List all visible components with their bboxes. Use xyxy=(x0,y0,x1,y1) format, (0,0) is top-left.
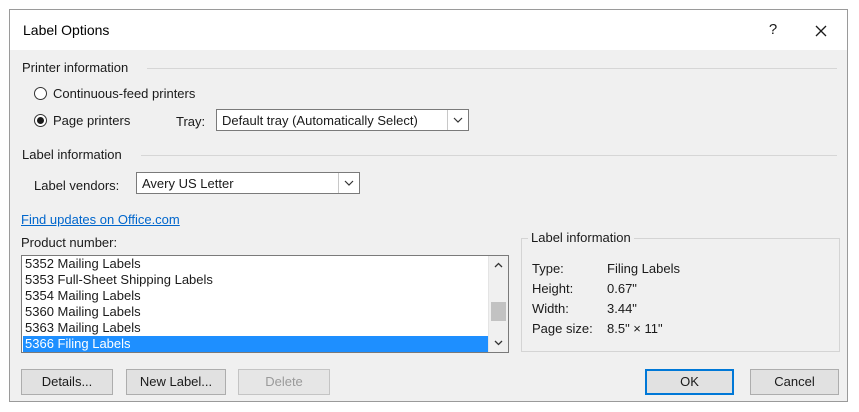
dialog-title: Label Options xyxy=(23,22,110,38)
details-button[interactable]: Details... xyxy=(21,369,113,395)
close-icon xyxy=(815,25,827,37)
label-vendors-dropdown-arrow[interactable] xyxy=(338,173,359,193)
product-number-label: Product number: xyxy=(21,235,118,250)
product-number-list[interactable]: 5352 Mailing Labels 5353 Full-Sheet Ship… xyxy=(21,255,509,353)
label-vendors-value: Avery US Letter xyxy=(142,176,234,191)
type-value: Filing Labels xyxy=(607,261,680,276)
scroll-thumb[interactable] xyxy=(491,302,506,321)
scroll-down-button[interactable] xyxy=(489,334,508,352)
page-printers-radio[interactable] xyxy=(34,114,47,127)
find-updates-link[interactable]: Find updates on Office.com xyxy=(21,212,180,227)
tray-label: Tray: xyxy=(176,114,206,129)
width-key: Width: xyxy=(532,301,569,316)
height-key: Height: xyxy=(532,281,574,296)
scroll-up-button[interactable] xyxy=(489,256,508,274)
page-size-key: Page size: xyxy=(532,321,593,336)
label-info-divider xyxy=(141,155,837,156)
tray-dropdown[interactable]: Default tray (Automatically Select) xyxy=(216,109,469,131)
help-button[interactable]: ? xyxy=(759,18,787,42)
height-value: 0.67" xyxy=(607,281,637,296)
page-printers-option[interactable]: Page printers xyxy=(34,113,130,128)
tray-dropdown-arrow[interactable] xyxy=(447,110,468,130)
list-scrollbar[interactable] xyxy=(488,256,508,352)
chevron-down-icon xyxy=(494,340,503,346)
new-label-button[interactable]: New Label... xyxy=(126,369,226,395)
printer-info-divider xyxy=(147,68,837,69)
list-item[interactable]: 5354 Mailing Labels xyxy=(25,288,141,304)
type-key: Type: xyxy=(532,261,564,276)
cancel-button[interactable]: Cancel xyxy=(750,369,839,395)
continuous-feed-radio[interactable] xyxy=(34,87,47,100)
chevron-down-icon xyxy=(453,117,463,123)
list-item[interactable]: 5352 Mailing Labels xyxy=(25,256,141,272)
title-bar: Label Options ? xyxy=(10,10,847,50)
label-options-dialog: Label Options ? Printer information Cont… xyxy=(9,9,848,402)
width-value: 3.44" xyxy=(607,301,637,316)
chevron-up-icon xyxy=(494,262,503,268)
continuous-feed-option[interactable]: Continuous-feed printers xyxy=(34,86,195,101)
label-vendors-label: Label vendors: xyxy=(34,178,120,193)
list-item[interactable]: 5360 Mailing Labels xyxy=(25,304,141,320)
tray-value: Default tray (Automatically Select) xyxy=(222,113,418,128)
close-button[interactable] xyxy=(807,18,835,42)
printer-info-heading: Printer information xyxy=(22,60,129,75)
delete-button[interactable]: Delete xyxy=(238,369,330,395)
page-printers-label: Page printers xyxy=(53,113,131,128)
list-item[interactable]: 5353 Full-Sheet Shipping Labels xyxy=(25,272,213,288)
chevron-down-icon xyxy=(344,180,354,186)
label-details-heading: Label information xyxy=(528,230,634,245)
page-size-value: 8.5" × 11" xyxy=(607,321,663,336)
label-info-heading: Label information xyxy=(22,147,122,162)
label-details-box: Label information Type: Filing Labels He… xyxy=(521,230,840,352)
list-item[interactable]: 5363 Mailing Labels xyxy=(25,320,141,336)
list-item-selected[interactable]: 5366 Filing Labels xyxy=(23,336,488,352)
label-vendors-dropdown[interactable]: Avery US Letter xyxy=(136,172,360,194)
continuous-feed-label: Continuous-feed printers xyxy=(53,86,196,101)
ok-button[interactable]: OK xyxy=(645,369,734,395)
